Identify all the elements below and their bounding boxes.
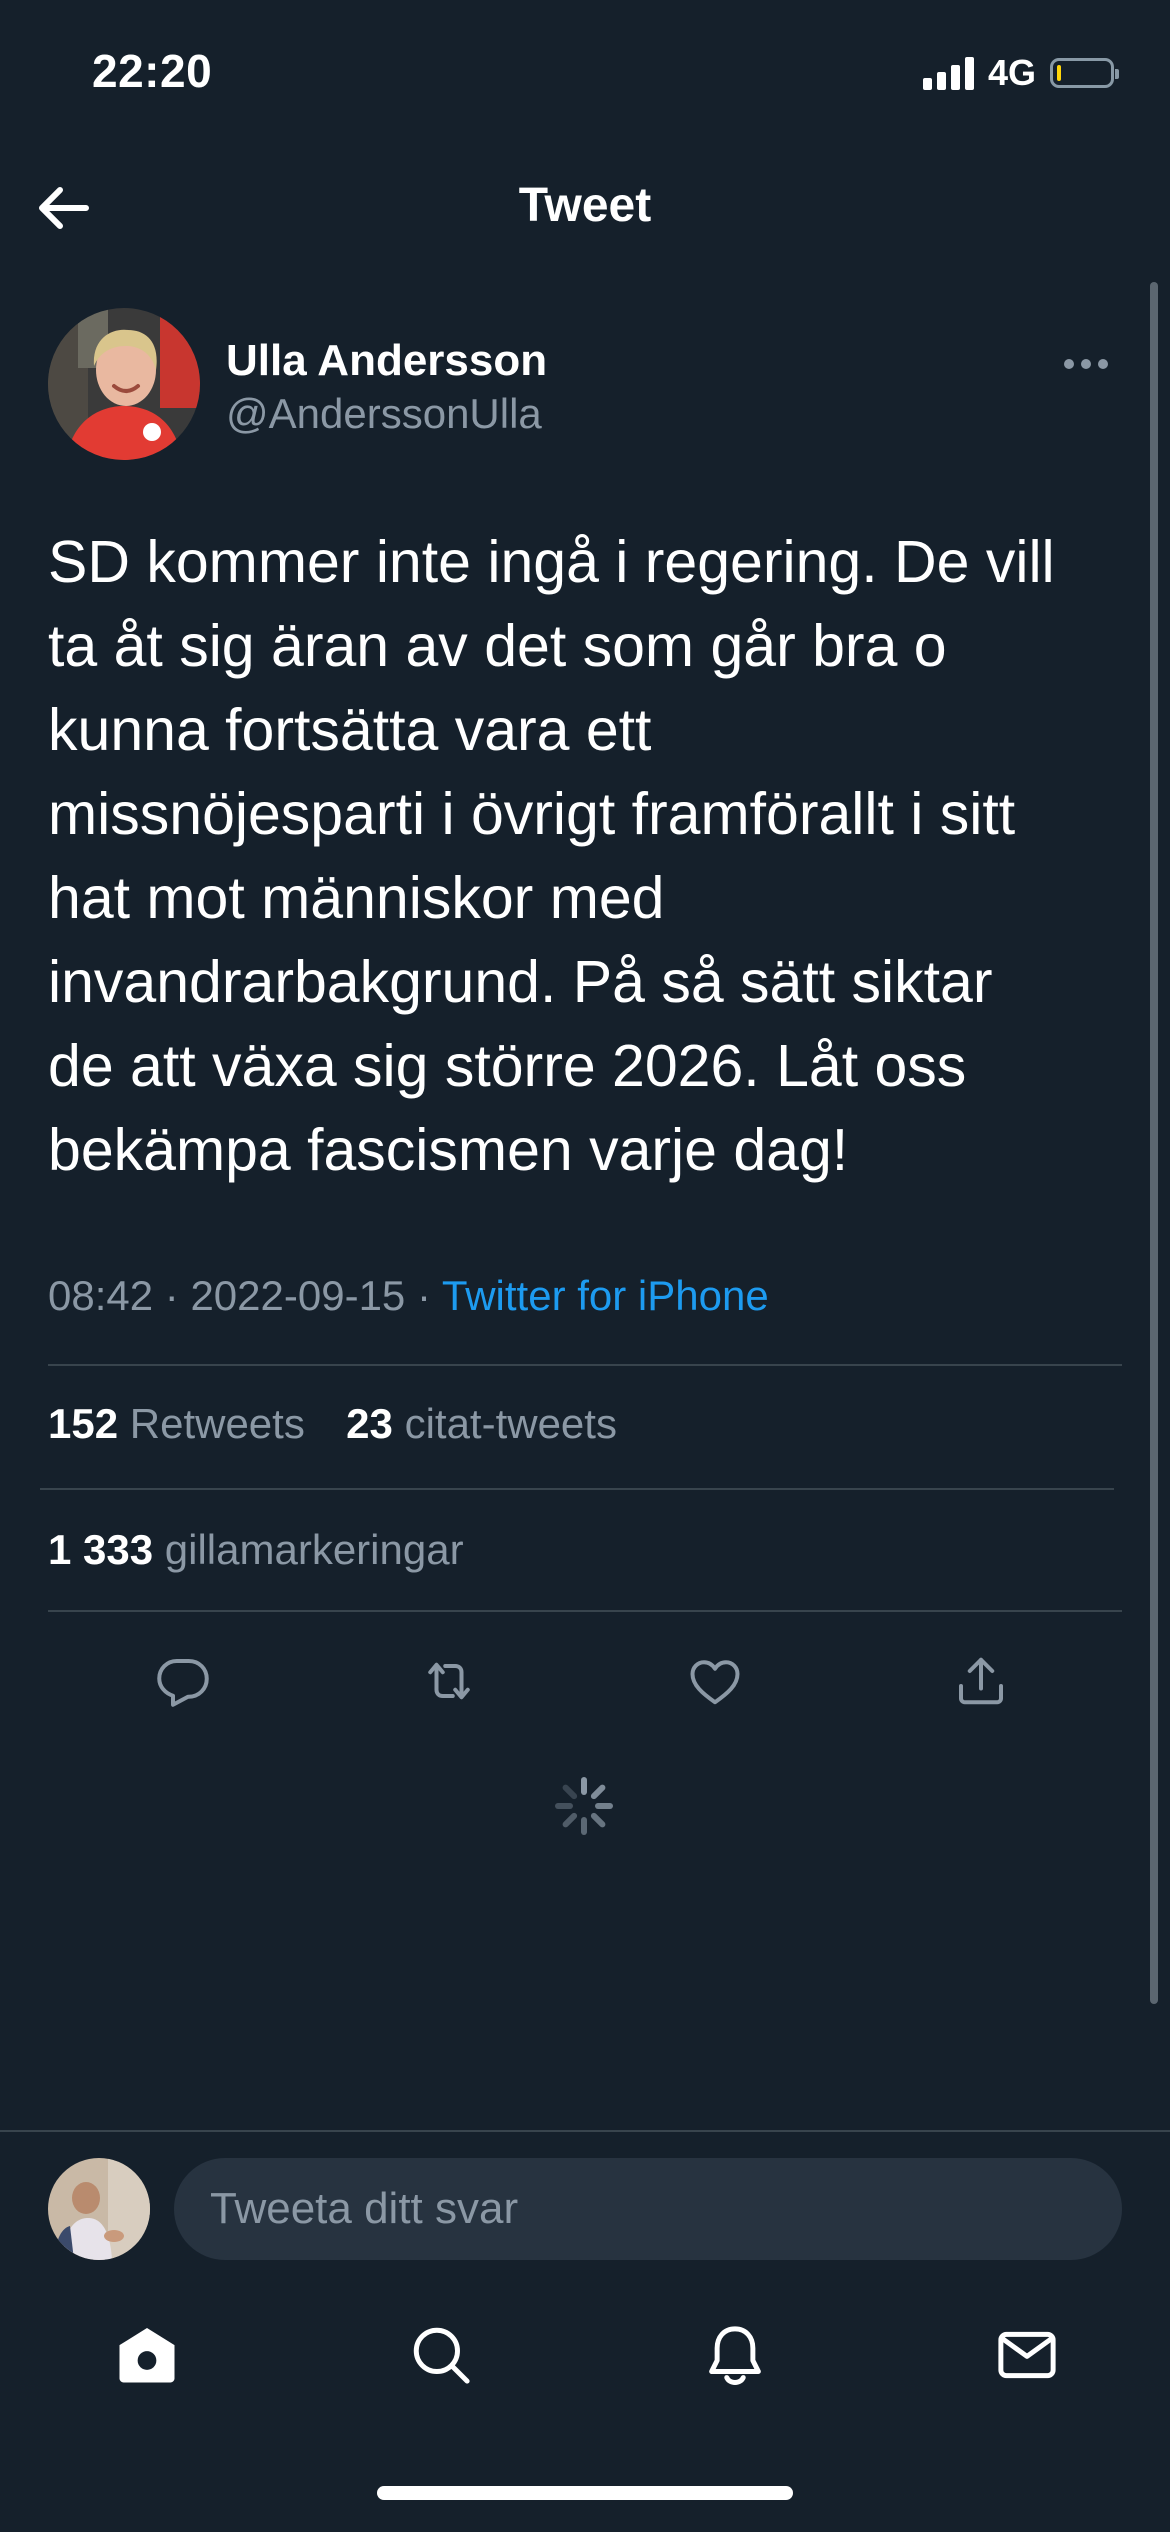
scroll-indicator[interactable] bbox=[1150, 282, 1158, 2004]
like-button[interactable] bbox=[680, 1646, 750, 1716]
tweet-actions bbox=[48, 1630, 1122, 1730]
status-time: 22:20 bbox=[92, 45, 213, 97]
tweet-text-line: SD kommer inte ingå i regering. De vill bbox=[48, 529, 1055, 595]
tweet-source-link[interactable]: Twitter for iPhone bbox=[442, 1272, 769, 1319]
battery-icon bbox=[1050, 58, 1119, 88]
retweets-stat[interactable]: 152 Retweets bbox=[48, 1400, 317, 1447]
tab-home[interactable] bbox=[92, 2290, 202, 2420]
more-horizontal-icon bbox=[1064, 359, 1108, 369]
signal-icon bbox=[922, 56, 974, 90]
tab-notifications[interactable] bbox=[680, 2290, 790, 2420]
tab-search[interactable] bbox=[386, 2290, 496, 2420]
author-name[interactable]: Ulla Andersson bbox=[226, 336, 547, 386]
meta-separator: · bbox=[416, 1272, 431, 1319]
user-avatar-image bbox=[48, 2158, 150, 2260]
divider bbox=[48, 1364, 1122, 1366]
quotes-label: citat-tweets bbox=[404, 1400, 617, 1447]
reply-icon bbox=[157, 1659, 209, 1707]
author-avatar[interactable] bbox=[48, 308, 200, 460]
tweet-screen: 22:20 4G Tweet Ulla Andersson @Andersson… bbox=[0, 0, 1170, 2532]
retweet-icon bbox=[428, 1662, 470, 1700]
tweet-text-line: missnöjesparti i övrigt framförallt i si… bbox=[48, 781, 1016, 847]
tweet-author: Ulla Andersson @AnderssonUlla bbox=[48, 308, 1118, 468]
tweet-text-line: bekämpa fascismen varje dag! bbox=[48, 1117, 849, 1183]
share-icon bbox=[959, 1657, 1003, 1705]
tweet-time: 08:42 bbox=[48, 1272, 154, 1319]
retweets-count: 152 bbox=[48, 1400, 119, 1447]
tweet-text-line: hat mot människor med bbox=[48, 865, 665, 931]
user-avatar[interactable] bbox=[48, 2158, 150, 2260]
author-handle[interactable]: @AnderssonUlla bbox=[226, 390, 542, 438]
likes-stats[interactable]: 1 333 gillamarkeringar bbox=[48, 1526, 464, 1574]
reply-input[interactable] bbox=[174, 2158, 1122, 2260]
battery-level bbox=[1057, 65, 1061, 81]
status-bar: 22:20 4G bbox=[0, 0, 1170, 140]
tweet-meta: 08:42 · 2022-09-15 · Twitter for iPhone bbox=[48, 1272, 769, 1320]
likes-count: 1 333 bbox=[48, 1526, 154, 1573]
search-icon bbox=[413, 2327, 470, 2384]
messages-icon bbox=[998, 2331, 1056, 2379]
home-icon bbox=[119, 2328, 175, 2383]
author-avatar-image bbox=[48, 308, 200, 460]
network-label: 4G bbox=[987, 52, 1036, 93]
retweet-button[interactable] bbox=[414, 1646, 484, 1716]
page-title: Tweet bbox=[518, 179, 652, 232]
tweet-date: 2022-09-15 bbox=[190, 1272, 406, 1319]
retweet-stats: 152 Retweets 23 citat-tweets bbox=[48, 1400, 617, 1448]
header: Tweet bbox=[0, 150, 1170, 262]
notifications-icon bbox=[709, 2326, 761, 2385]
tab-messages[interactable] bbox=[972, 2290, 1082, 2420]
share-button[interactable] bbox=[946, 1646, 1016, 1716]
quotes-stat[interactable]: 23 citat-tweets bbox=[346, 1400, 617, 1447]
divider bbox=[48, 1610, 1122, 1612]
reply-button[interactable] bbox=[148, 1646, 218, 1716]
meta-separator: · bbox=[164, 1272, 179, 1319]
loading-spinner-icon bbox=[552, 1774, 616, 1838]
reply-bar bbox=[0, 2130, 1170, 2272]
home-indicator[interactable] bbox=[377, 2486, 793, 2500]
tweet-text-line: kunna fortsätta vara ett bbox=[48, 697, 652, 763]
tweet-text-line: ta åt sig äran av det som går bra o bbox=[48, 613, 947, 679]
heart-icon bbox=[690, 1660, 740, 1705]
quotes-count: 23 bbox=[346, 1400, 393, 1447]
more-options-button[interactable] bbox=[1054, 344, 1118, 384]
status-indicators: 4G bbox=[922, 52, 1119, 94]
retweets-label: Retweets bbox=[129, 1400, 305, 1447]
tweet-text-line: de att växa sig större 2026. Låt oss bbox=[48, 1033, 967, 1099]
likes-label: gillamarkeringar bbox=[164, 1526, 464, 1573]
tweet-text: SD kommer inte ingå i regering. De vill … bbox=[48, 520, 1128, 1192]
tweet-text-line: invandrarbakgrund. På så sätt siktar bbox=[48, 949, 993, 1015]
tab-bar bbox=[0, 2290, 1170, 2420]
divider bbox=[40, 1488, 1114, 1490]
